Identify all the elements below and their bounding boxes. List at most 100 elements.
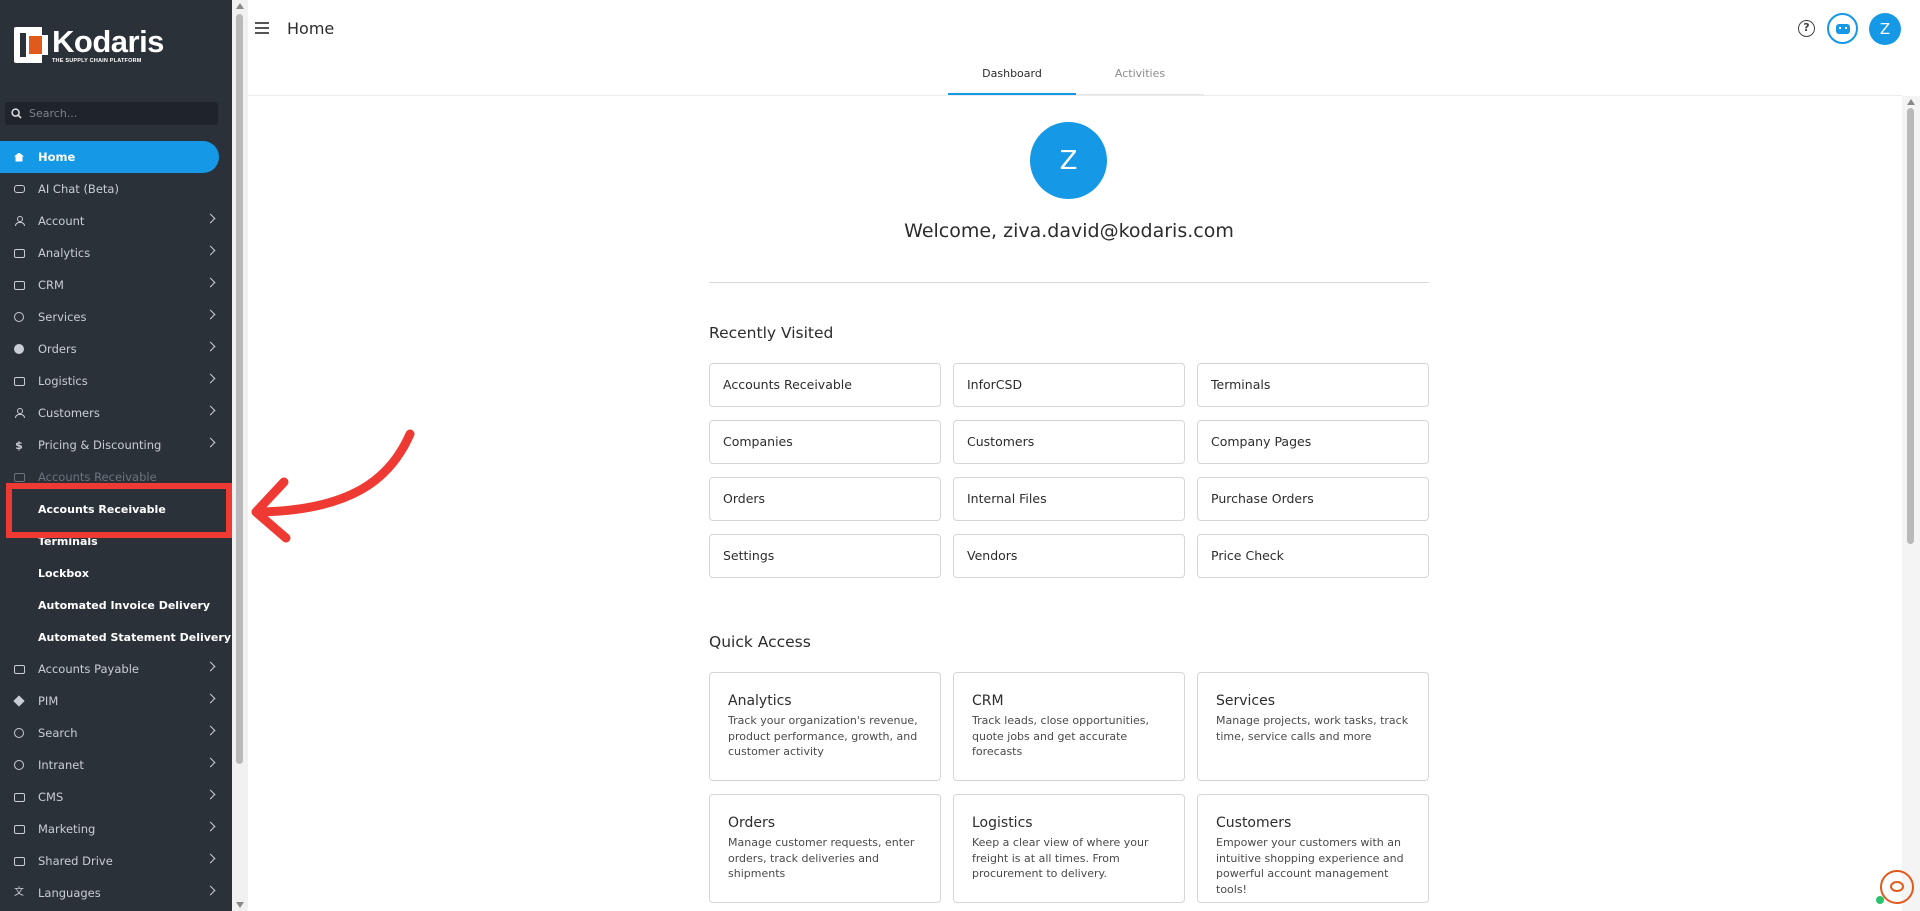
ai-assistant-icon[interactable] xyxy=(1827,13,1858,44)
folder-icon xyxy=(13,855,25,867)
quick-access-crm[interactable]: CRM Track leads, close opportunities, qu… xyxy=(953,672,1185,781)
recent-link-company-pages[interactable]: Company Pages xyxy=(1197,420,1429,464)
recent-link-settings[interactable]: Settings xyxy=(709,534,941,578)
sidebar-item-pricing-discounting[interactable]: $ Pricing & Discounting xyxy=(0,429,232,461)
page-tabs: Dashboard Activities xyxy=(948,58,1204,95)
sidebar-item-pim[interactable]: PIM xyxy=(0,685,232,717)
sidebar-item-customers[interactable]: Customers xyxy=(0,397,232,429)
chevron-right-icon xyxy=(205,213,216,224)
chevron-right-icon xyxy=(205,853,216,864)
sidebar-item-analytics[interactable]: Analytics xyxy=(0,237,232,269)
search-icon xyxy=(11,108,22,119)
quick-access-analytics[interactable]: Analytics Track your organization's reve… xyxy=(709,672,941,781)
quick-access-card-title: Orders xyxy=(728,815,776,831)
sidebar-item-label: Services xyxy=(38,310,87,324)
sidebar-item-accounts-payable[interactable]: Accounts Payable xyxy=(0,653,232,685)
quick-access-logistics[interactable]: Logistics Keep a clear view of where you… xyxy=(953,794,1185,903)
sidebar-item-services[interactable]: Services xyxy=(0,301,232,333)
chevron-right-icon xyxy=(205,661,216,672)
recent-link-vendors[interactable]: Vendors xyxy=(953,534,1185,578)
chevron-right-icon xyxy=(205,821,216,832)
page-title: Home xyxy=(287,19,335,38)
tab-activities[interactable]: Activities xyxy=(1076,58,1204,95)
sidebar-item-label: Shared Drive xyxy=(38,854,113,868)
recent-link-orders[interactable]: Orders xyxy=(709,477,941,521)
recent-link-companies[interactable]: Companies xyxy=(709,420,941,464)
sidebar-item-languages[interactable]: 文 Languages xyxy=(0,877,232,909)
sidebar-item-label: PIM xyxy=(38,694,59,708)
recent-link-internal-files[interactable]: Internal Files xyxy=(953,477,1185,521)
user-avatar[interactable]: Z xyxy=(1869,13,1901,45)
sidebar-item-label: Customers xyxy=(38,406,100,420)
tab-dashboard[interactable]: Dashboard xyxy=(948,58,1076,95)
sidebar-item-label: Intranet xyxy=(38,758,84,772)
chevron-right-icon xyxy=(205,245,216,256)
sidebar-subitem-automated-invoice-delivery[interactable]: Automated Invoice Delivery xyxy=(0,589,232,621)
quick-access-card-desc: Empower your customers with an intuitive… xyxy=(1216,836,1404,896)
sidebar-subitem-automated-statement-delivery[interactable]: Automated Statement Delivery xyxy=(0,621,232,653)
recent-link-inforcsd[interactable]: InforCSD xyxy=(953,363,1185,407)
crm-icon xyxy=(13,279,25,291)
sidebar-item-orders[interactable]: Orders xyxy=(0,333,232,365)
sidebar-item-ai-chat[interactable]: AI Chat (Beta) xyxy=(0,173,232,205)
sidebar-item-label: Search xyxy=(38,726,78,740)
brand-name: Kodaris xyxy=(52,23,164,59)
recent-link-terminals[interactable]: Terminals xyxy=(1197,363,1429,407)
sidebar-item-label: CRM xyxy=(38,278,64,292)
sidebar-item-account[interactable]: Account xyxy=(0,205,232,237)
content-divider xyxy=(248,95,1902,96)
quick-access-title: Quick Access xyxy=(709,633,811,651)
quick-access-customers[interactable]: Customers Empower your customers with an… xyxy=(1197,794,1429,903)
forklift-icon xyxy=(13,375,25,387)
section-divider xyxy=(709,282,1429,283)
sidebar-item-marketing[interactable]: Marketing xyxy=(0,813,232,845)
chevron-right-icon xyxy=(205,693,216,704)
search-icon xyxy=(13,727,25,739)
sidebar-item-logistics[interactable]: Logistics xyxy=(0,365,232,397)
top-bar: Home ? Z xyxy=(248,0,1920,58)
sidebar-scrollbar-thumb[interactable] xyxy=(236,14,243,764)
sidebar-item-label: CMS xyxy=(38,790,64,804)
hamburger-menu-icon[interactable] xyxy=(255,22,269,34)
sidebar-search-input[interactable] xyxy=(29,107,209,120)
help-icon[interactable]: ? xyxy=(1798,20,1815,37)
recent-link-accounts-receivable[interactable]: Accounts Receivable xyxy=(709,363,941,407)
recent-link-customers[interactable]: Customers xyxy=(953,420,1185,464)
sidebar-item-home[interactable]: Home xyxy=(0,141,219,173)
sidebar-item-label: Pricing & Discounting xyxy=(38,438,162,452)
sidebar-item-cms[interactable]: CMS xyxy=(0,781,232,813)
sidebar-item-shared-drive[interactable]: Shared Drive xyxy=(0,845,232,877)
scroll-up-icon[interactable] xyxy=(1907,99,1915,105)
chevron-right-icon xyxy=(205,373,216,384)
quick-access-orders[interactable]: Orders Manage customer requests, enter o… xyxy=(709,794,941,903)
tag-icon xyxy=(13,695,25,707)
recent-link-purchase-orders[interactable]: Purchase Orders xyxy=(1197,477,1429,521)
quick-access-card-desc: Manage projects, work tasks, track time,… xyxy=(1216,714,1409,743)
dollar-icon: $ xyxy=(15,438,23,452)
sidebar-item-label: Accounts Receivable xyxy=(38,470,157,484)
sidebar: Kodaris THE SUPPLY CHAIN PLATFORM Home A… xyxy=(0,0,232,911)
globe-icon xyxy=(13,759,25,771)
sidebar-item-crm[interactable]: CRM xyxy=(0,269,232,301)
main-scrollbar[interactable] xyxy=(1902,96,1920,911)
recent-link-price-check[interactable]: Price Check xyxy=(1197,534,1429,578)
sidebar-item-label: Automated Invoice Delivery xyxy=(38,598,211,612)
scroll-up-icon[interactable] xyxy=(236,3,244,9)
annotation-arrow xyxy=(251,429,415,543)
sidebar-subitem-lockbox[interactable]: Lockbox xyxy=(0,557,232,589)
welcome-message: Welcome, ziva.david@kodaris.com xyxy=(904,220,1234,242)
kodaris-logo[interactable]: Kodaris THE SUPPLY CHAIN PLATFORM xyxy=(14,26,164,64)
sidebar-item-intranet[interactable]: Intranet xyxy=(0,749,232,781)
sidebar-item-search[interactable]: Search xyxy=(0,717,232,749)
sidebar-search[interactable] xyxy=(5,102,218,125)
quick-access-services[interactable]: Services Manage projects, work tasks, tr… xyxy=(1197,672,1429,781)
scroll-down-icon[interactable] xyxy=(236,902,244,908)
annotation-highlight-box xyxy=(6,483,232,538)
chevron-right-icon xyxy=(205,885,216,896)
recently-visited-title: Recently Visited xyxy=(709,324,834,342)
sidebar-item-label: Logistics xyxy=(38,374,88,388)
chevron-right-icon xyxy=(205,341,216,352)
support-chat-icon[interactable] xyxy=(1876,870,1914,904)
online-status-dot xyxy=(1876,896,1884,904)
main-scrollbar-thumb[interactable] xyxy=(1907,108,1914,544)
